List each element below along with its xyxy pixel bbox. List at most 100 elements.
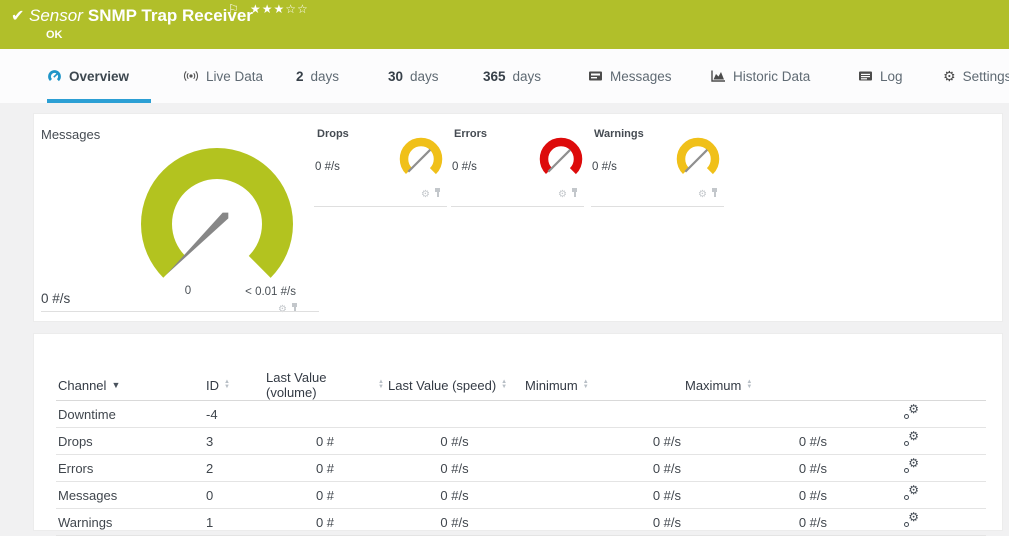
cell-channel: Errors <box>56 455 204 482</box>
ok-check-icon <box>11 6 24 26</box>
tab-messages[interactable]: Messages <box>588 49 672 103</box>
tab-30-days-number: 30 <box>388 69 403 84</box>
tab-overview[interactable]: Overview <box>47 49 129 103</box>
warnings-gauge-title: Warnings <box>594 128 644 140</box>
errors-gauge-title: Errors <box>454 128 487 140</box>
divider <box>314 206 447 207</box>
gauge-section-warnings: Warnings 0 #/s <box>591 124 724 207</box>
channels-panel: Channel ID Last Value (volume) Last Valu… <box>33 333 1003 531</box>
cell-volume: 0 # <box>264 455 386 482</box>
main-gauge-scale-min: 0 <box>180 285 196 297</box>
pin-icon[interactable] <box>571 188 578 198</box>
cell-id: 0 <box>204 482 264 509</box>
drops-gauge-value: 0 #/s <box>315 161 340 173</box>
channel-settings-icon[interactable] <box>904 487 919 500</box>
messages-icon <box>588 69 603 83</box>
table-row: Warnings 1 0 # 0 #/s 0 #/s 0 #/s <box>56 509 986 536</box>
divider <box>41 311 319 312</box>
sort-icon <box>583 380 589 390</box>
tab-2-days-number: 2 <box>296 69 304 84</box>
cell-channel: Downtime <box>56 401 204 428</box>
tab-settings[interactable]: Settings <box>943 49 1009 103</box>
sort-desc-icon <box>111 380 120 390</box>
col-header-volume-label: Last Value (volume) <box>266 370 373 400</box>
tab-bar: Overview Live Data 2 days 30 days 365 da… <box>0 49 1009 103</box>
cell-minimum: 0 #/s <box>523 482 683 509</box>
cell-maximum: 0 #/s <box>683 455 829 482</box>
table-row: Downtime -4 <box>56 401 986 428</box>
cell-channel: Warnings <box>56 509 204 536</box>
flag-icon[interactable] <box>228 2 239 16</box>
cell-id: 3 <box>204 428 264 455</box>
col-header-id[interactable]: ID <box>204 370 264 401</box>
cell-maximum: 0 #/s <box>683 428 829 455</box>
cell-speed: 0 #/s <box>386 428 523 455</box>
channel-settings-icon[interactable] <box>904 406 919 419</box>
drops-gauge <box>397 135 445 183</box>
pin-icon[interactable] <box>711 188 718 198</box>
tab-historic-data[interactable]: Historic Data <box>710 49 810 103</box>
col-header-last-value-volume[interactable]: Last Value (volume) <box>264 370 386 401</box>
cell-speed: 0 #/s <box>386 509 523 536</box>
live-data-icon <box>183 69 199 83</box>
channel-settings-icon[interactable] <box>904 460 919 473</box>
gauge-section-errors: Errors 0 #/s <box>451 124 584 207</box>
table-row: Messages 0 0 # 0 #/s 0 #/s 0 #/s <box>56 482 986 509</box>
errors-gauge-value: 0 #/s <box>452 161 477 173</box>
cell-id: 1 <box>204 509 264 536</box>
divider <box>591 206 724 207</box>
settings-gear-icon <box>943 68 956 85</box>
cell-maximum: 0 #/s <box>683 482 829 509</box>
errors-gauge <box>537 135 585 183</box>
cell-volume: 0 # <box>264 482 386 509</box>
col-header-maximum[interactable]: Maximum <box>683 370 829 401</box>
main-gauge-title: Messages <box>41 127 100 142</box>
cell-minimum: 0 #/s <box>523 428 683 455</box>
channels-table: Channel ID Last Value (volume) Last Valu… <box>56 370 986 536</box>
main-gauge-value: 0 #/s <box>41 291 70 306</box>
tab-365-days-label: days <box>513 69 542 84</box>
sort-icon <box>224 380 230 390</box>
cell-volume: 0 # <box>264 509 386 536</box>
cell-volume <box>264 401 386 428</box>
main-gauge-scale-max: < 0.01 #/s <box>234 286 296 298</box>
historic-data-icon <box>710 69 726 83</box>
channel-settings-icon[interactable] <box>278 299 287 317</box>
tab-settings-label: Settings <box>963 69 1009 84</box>
channel-settings-icon[interactable] <box>904 514 919 527</box>
sort-icon <box>746 380 752 390</box>
channel-settings-icon[interactable] <box>421 184 430 202</box>
main-gauge-actions <box>278 299 298 317</box>
tab-2-days-label: days <box>311 69 340 84</box>
gauge-section-drops: Drops 0 #/s <box>314 124 447 207</box>
tab-30-days[interactable]: 30 days <box>388 49 439 103</box>
page-title: SensorSNMP Trap Receiver <box>29 6 253 26</box>
col-header-minimum[interactable]: Minimum <box>523 370 683 401</box>
channel-settings-icon[interactable] <box>904 433 919 446</box>
tab-live-data[interactable]: Live Data <box>183 49 263 103</box>
col-header-speed-label: Last Value (speed) <box>388 378 496 393</box>
col-header-maximum-label: Maximum <box>685 378 741 393</box>
cell-speed: 0 #/s <box>386 482 523 509</box>
gauge-icon <box>47 69 62 84</box>
warnings-gauge-value: 0 #/s <box>592 161 617 173</box>
pin-icon[interactable] <box>434 188 441 198</box>
object-kind-label: Sensor <box>29 6 83 25</box>
tab-live-data-label: Live Data <box>206 69 263 84</box>
col-header-last-value-speed[interactable]: Last Value (speed) <box>386 370 523 401</box>
tab-log-label: Log <box>880 69 903 84</box>
channel-settings-icon[interactable] <box>698 184 707 202</box>
cell-minimum: 0 #/s <box>523 455 683 482</box>
priority-stars[interactable]: ★★★☆☆ <box>250 2 309 16</box>
tab-365-days[interactable]: 365 days <box>483 49 541 103</box>
col-header-channel[interactable]: Channel <box>56 370 204 401</box>
tab-2-days[interactable]: 2 days <box>296 49 339 103</box>
sensor-status-header: SensorSNMP Trap Receiver ★★★☆☆ OK <box>0 0 1009 49</box>
drops-gauge-title: Drops <box>317 128 349 140</box>
tab-overview-label: Overview <box>69 69 129 84</box>
channel-settings-icon[interactable] <box>558 184 567 202</box>
cell-channel: Drops <box>56 428 204 455</box>
tab-log[interactable]: Log <box>858 49 903 103</box>
cell-volume: 0 # <box>264 428 386 455</box>
tab-30-days-label: days <box>410 69 439 84</box>
